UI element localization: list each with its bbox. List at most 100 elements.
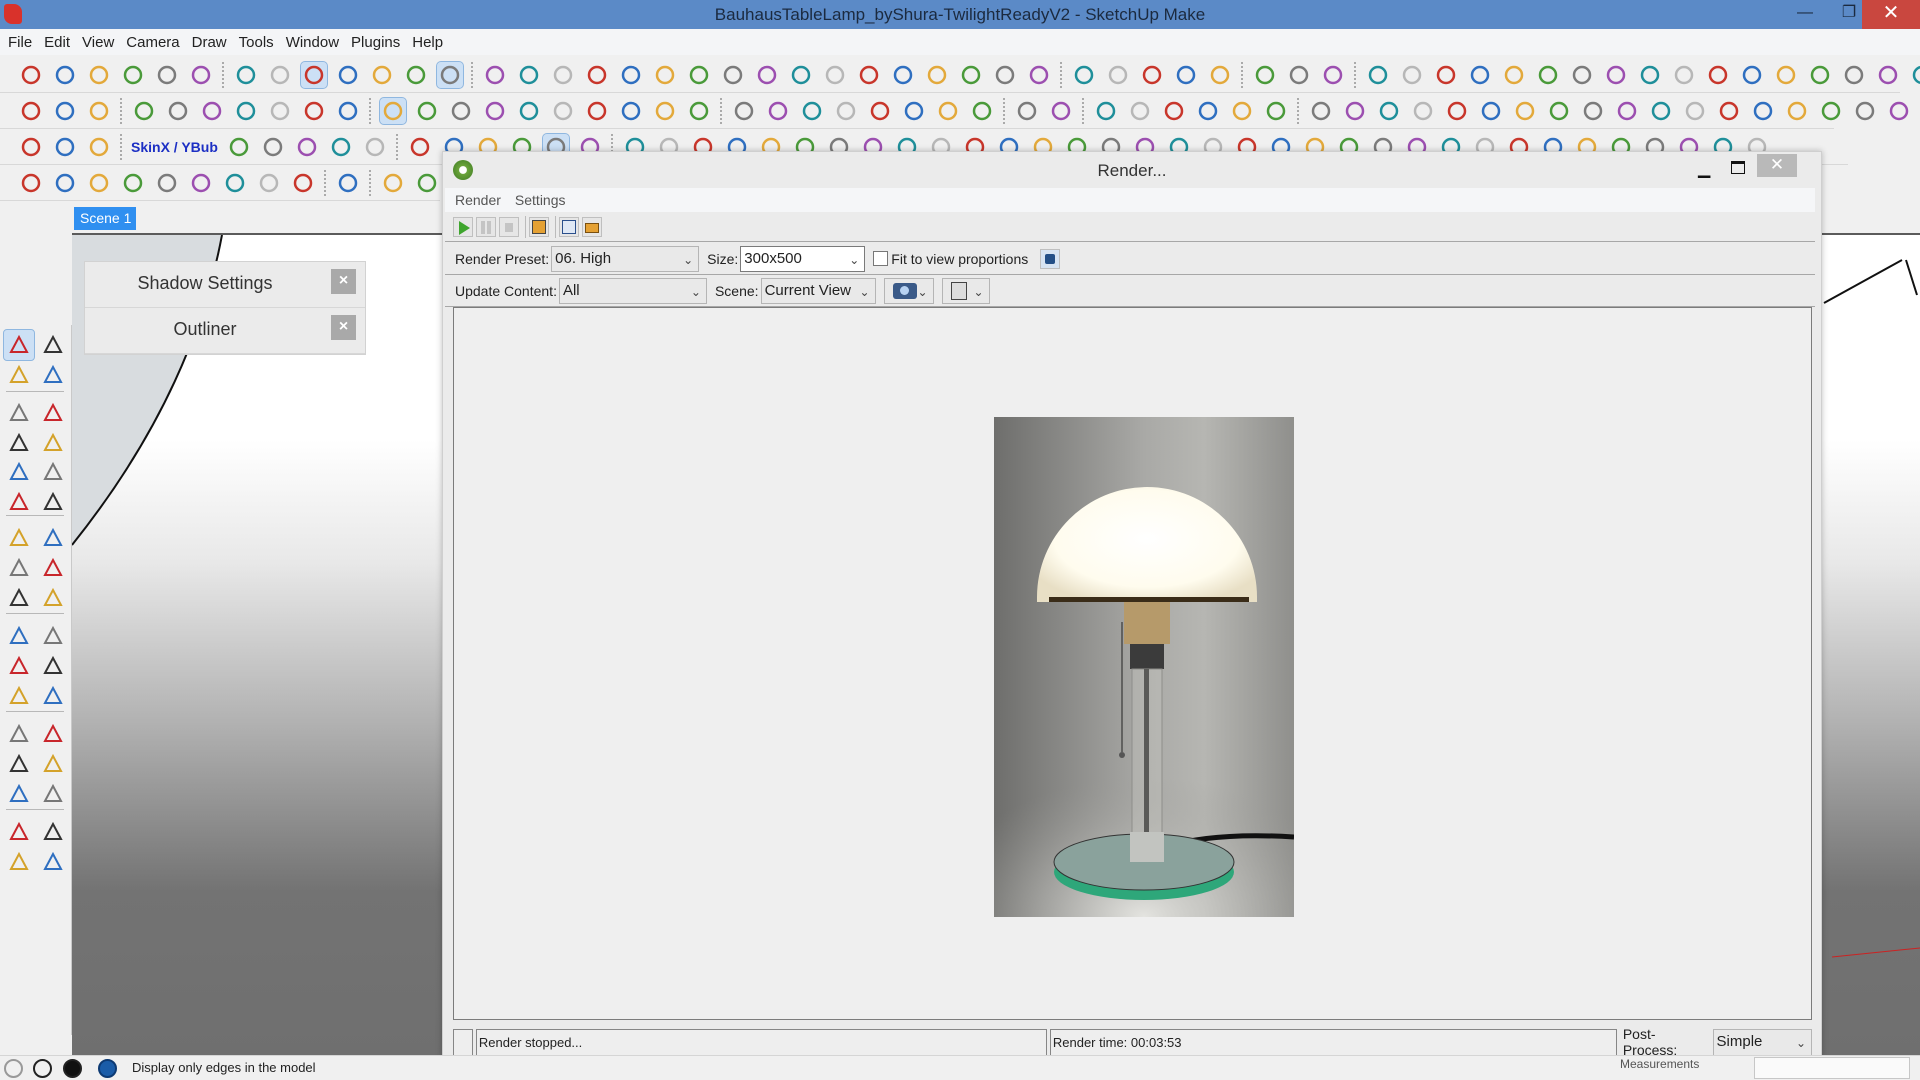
helix-icon[interactable] <box>154 170 180 196</box>
shaded-icon[interactable] <box>1433 62 1459 88</box>
toolbar-grip[interactable] <box>1060 61 1063 88</box>
close-outliner-button[interactable]: × <box>331 315 356 340</box>
follow-me-icon[interactable] <box>38 553 68 583</box>
move-icon[interactable] <box>4 523 34 553</box>
render-close-button[interactable]: ✕ <box>1757 154 1797 177</box>
freehand-icon[interactable] <box>38 428 68 458</box>
scene-select[interactable]: Current View ⌄ <box>760 277 876 304</box>
render-icon[interactable] <box>414 170 440 196</box>
red-box-icon[interactable] <box>788 62 814 88</box>
toolbar-grip[interactable] <box>1241 61 1244 88</box>
credits-icon[interactable] <box>33 1059 52 1078</box>
gray-box-icon[interactable] <box>1909 62 1920 88</box>
camera-options-button[interactable]: ⌄ <box>883 277 934 304</box>
sandbox-icon[interactable] <box>686 62 712 88</box>
render-icon[interactable] <box>290 170 316 196</box>
pencil-line-icon[interactable] <box>38 398 68 428</box>
roof-icon[interactable] <box>226 134 252 160</box>
minimize-button[interactable]: — <box>1782 0 1828 29</box>
make-component-icon[interactable] <box>38 330 68 360</box>
menu-tools[interactable]: Tools <box>235 34 282 51</box>
toolbar-grip[interactable] <box>1354 61 1357 88</box>
hidden-line-icon[interactable] <box>1399 62 1425 88</box>
size-select[interactable]: 300x500 ⌄ <box>740 245 866 272</box>
render-preset-select[interactable]: 06. High ⌄ <box>551 245 700 272</box>
spiral-icon[interactable] <box>120 170 146 196</box>
dimension-icon[interactable] <box>38 621 68 651</box>
top-view-icon[interactable] <box>901 98 927 124</box>
user-account-icon[interactable] <box>63 1059 82 1078</box>
menu-window[interactable]: Window <box>282 34 347 51</box>
solid-subtract-icon[interactable] <box>1637 62 1663 88</box>
align-icon[interactable] <box>1444 98 1470 124</box>
move-up-icon[interactable] <box>550 98 576 124</box>
curve-tools-icon[interactable] <box>992 62 1018 88</box>
solid-subtract-icon[interactable] <box>584 62 610 88</box>
render-dialog-titlebar[interactable]: Render... ▁ ✕ <box>443 152 1821 188</box>
solid-intersect-icon[interactable] <box>516 62 542 88</box>
flip-icon[interactable] <box>1478 98 1504 124</box>
cz-icon[interactable] <box>233 98 259 124</box>
iso-view-icon[interactable] <box>448 98 474 124</box>
fredo-icon[interactable] <box>1546 98 1572 124</box>
gray-box-icon[interactable] <box>856 62 882 88</box>
monochrome-icon[interactable] <box>436 60 464 89</box>
sketchy-icon[interactable] <box>120 62 146 88</box>
update-content-select[interactable]: All ⌄ <box>558 277 707 304</box>
iso-view-icon[interactable] <box>1716 98 1742 124</box>
loft-icon[interactable] <box>765 98 791 124</box>
offset-icon[interactable] <box>731 98 757 124</box>
menu-help[interactable]: Help <box>408 34 451 51</box>
paint-bucket-icon[interactable] <box>1207 62 1233 88</box>
zoom-extents-icon[interactable] <box>4 779 34 809</box>
sketchy-icon[interactable] <box>1173 62 1199 88</box>
align-icon[interactable] <box>1852 98 1878 124</box>
timer-icon[interactable] <box>1229 98 1255 124</box>
tray-outliner[interactable]: Outliner × <box>85 308 365 354</box>
move-up-icon[interactable] <box>969 98 995 124</box>
cz-icon[interactable] <box>1093 98 1119 124</box>
spiral-icon[interactable] <box>335 170 361 196</box>
shadow-sun-icon[interactable] <box>86 62 112 88</box>
rectangle-icon[interactable] <box>4 398 34 428</box>
front-view-icon[interactable] <box>935 98 961 124</box>
shaded-icon[interactable] <box>369 62 395 88</box>
top-view-icon[interactable] <box>1750 98 1776 124</box>
bubble-icon[interactable] <box>52 134 78 160</box>
binoculars-icon[interactable] <box>1252 62 1278 88</box>
podium-start-icon[interactable] <box>18 62 44 88</box>
top-view-icon[interactable] <box>482 98 508 124</box>
geo-location-icon[interactable] <box>4 1059 23 1078</box>
stop-render-button[interactable] <box>499 216 519 237</box>
toolbar-grip[interactable] <box>471 61 474 88</box>
compass-icon[interactable] <box>1105 62 1131 88</box>
pan-icon[interactable] <box>38 719 68 749</box>
close-shadow-settings-button[interactable]: × <box>331 269 356 294</box>
hidden-line-icon[interactable] <box>335 62 361 88</box>
binoculars-icon[interactable] <box>188 62 214 88</box>
zoom-window-icon[interactable] <box>38 749 68 779</box>
render-menu-settings[interactable]: Settings <box>515 192 566 208</box>
solid-union-icon[interactable] <box>482 62 508 88</box>
start-render-button[interactable] <box>453 216 473 237</box>
shadow-sun-icon[interactable] <box>1139 62 1165 88</box>
text-icon[interactable] <box>38 651 68 681</box>
grass-icon[interactable] <box>18 134 44 160</box>
push-pull-icon[interactable] <box>38 523 68 553</box>
menu-view[interactable]: View <box>78 34 122 51</box>
cz-icon[interactable] <box>1512 98 1538 124</box>
render-icon[interactable] <box>86 170 112 196</box>
helix-icon[interactable] <box>256 170 282 196</box>
flip-icon[interactable] <box>1048 98 1074 124</box>
close-button[interactable]: ✕ <box>1862 0 1920 29</box>
flip-icon[interactable] <box>199 98 225 124</box>
rotate-icon[interactable] <box>4 553 34 583</box>
toolbar-grip[interactable] <box>1003 97 1006 124</box>
wireframe-icon[interactable] <box>300 60 328 89</box>
front-view-icon[interactable] <box>516 98 542 124</box>
top-view-icon[interactable] <box>52 98 78 124</box>
axes-icon[interactable] <box>1773 62 1799 88</box>
fit-to-view-checkbox[interactable] <box>873 251 889 266</box>
flip-icon[interactable] <box>618 98 644 124</box>
toolbar-grip[interactable] <box>120 97 123 124</box>
